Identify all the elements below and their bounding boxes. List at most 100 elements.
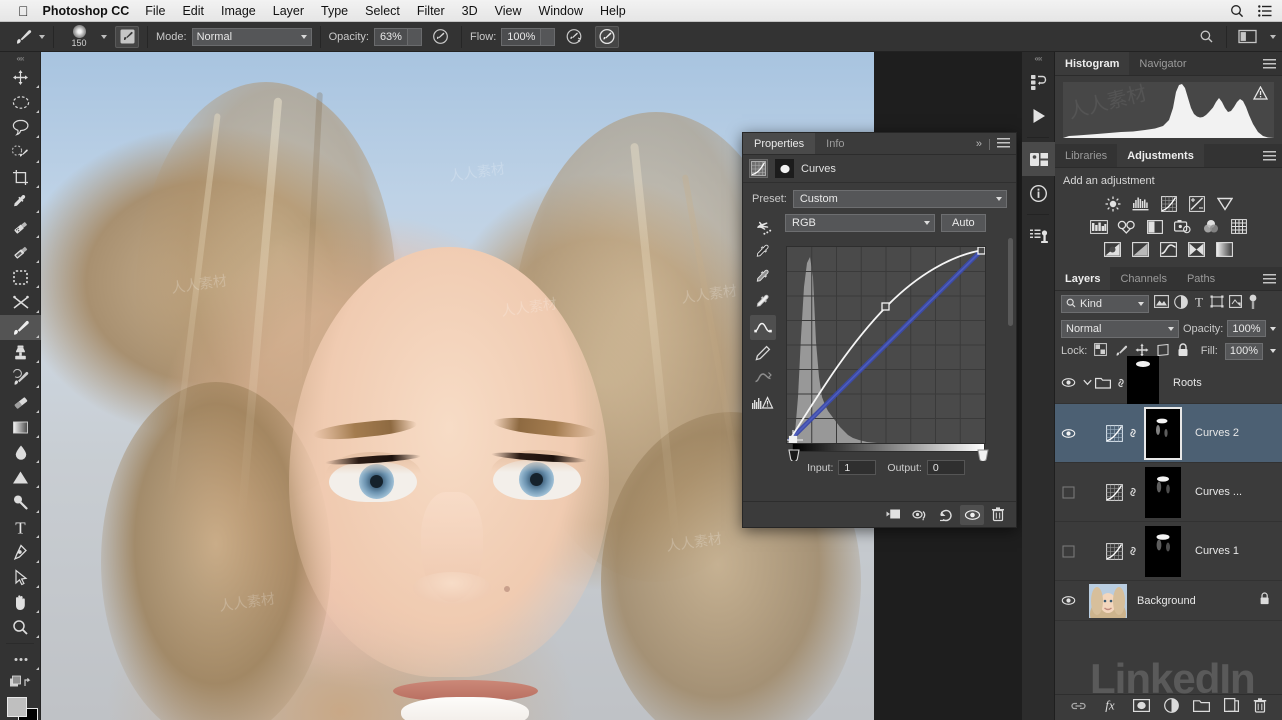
trash-icon[interactable] [986, 505, 1010, 525]
tab-info[interactable]: Info [815, 133, 855, 154]
curves-adjustment-icon[interactable] [1103, 424, 1125, 442]
menu-item-image[interactable]: Image [221, 4, 256, 18]
curves-icon[interactable] [1158, 194, 1179, 213]
tool-crop[interactable] [0, 165, 41, 190]
brush-size-preview[interactable]: 150 [62, 24, 96, 50]
table-row[interactable]: Roots [1055, 355, 1282, 404]
vibrance-icon[interactable] [1214, 194, 1235, 213]
flow-field[interactable]: 100% [501, 27, 542, 46]
menu-item-help[interactable]: Help [600, 4, 626, 18]
opacity-field[interactable]: 63% [373, 27, 408, 46]
tab-properties[interactable]: Properties [743, 133, 816, 154]
tool-edit-toolbar[interactable] [0, 647, 41, 672]
apple-icon[interactable]:  [18, 4, 29, 18]
chevron-double-right-icon[interactable]: » [976, 138, 982, 150]
tab-layers[interactable]: Layers [1055, 267, 1111, 290]
lock-icon[interactable] [1259, 591, 1270, 610]
link-icon[interactable] [1125, 485, 1141, 499]
pressure-size-icon[interactable] [595, 25, 620, 48]
delete-layer-button[interactable] [1253, 697, 1267, 718]
curves-graph[interactable] [786, 246, 986, 444]
pencil-icon[interactable] [750, 340, 776, 365]
channel-mixer-icon[interactable] [1200, 217, 1221, 236]
chevron-down-icon[interactable] [1081, 379, 1093, 386]
eye-icon[interactable] [960, 504, 984, 525]
tool-history-brush[interactable] [0, 365, 41, 390]
actions-play-icon[interactable] [1022, 99, 1055, 133]
new-layer-button[interactable] [1224, 698, 1239, 717]
curves-adjustment-icon[interactable] [1103, 483, 1125, 501]
filter-kind-select[interactable]: Kind [1061, 295, 1149, 313]
new-group-button[interactable] [1193, 699, 1210, 717]
new-adjustment-layer-button[interactable] [1164, 697, 1179, 718]
input-field[interactable]: 1 [838, 460, 877, 475]
levels-icon[interactable] [1130, 194, 1151, 213]
smooth-curve-icon[interactable] [750, 365, 776, 390]
opacity-stepper[interactable] [407, 27, 422, 46]
auto-button[interactable]: Auto [941, 214, 986, 232]
history-panel-icon[interactable] [1022, 65, 1055, 99]
panel-menu-icon[interactable] [1263, 144, 1276, 168]
filter-pixel-icon[interactable] [1154, 295, 1169, 313]
tool-zoom[interactable] [0, 615, 41, 640]
previous-state-icon[interactable] [908, 505, 932, 525]
lock-transparency-icon[interactable] [1094, 343, 1108, 359]
white-point-slider[interactable] [975, 448, 991, 462]
eye-off-icon[interactable] [1055, 545, 1081, 558]
properties-panel-icon[interactable] [1022, 142, 1055, 176]
reset-icon[interactable] [934, 505, 958, 525]
tool-dodge-triangle[interactable] [0, 465, 41, 490]
tool-scissors[interactable] [0, 290, 41, 315]
preset-select[interactable]: Custom [792, 190, 1007, 208]
menu-item-window[interactable]: Window [539, 4, 583, 18]
color-lookup-icon[interactable] [1228, 217, 1249, 236]
airbrush-icon[interactable] [562, 26, 586, 48]
menu-item-edit[interactable]: Edit [182, 4, 204, 18]
tool-type[interactable]: T [0, 515, 41, 540]
brush-panel-icon[interactable] [115, 25, 139, 48]
app-name-label[interactable]: Photoshop CC [43, 4, 130, 18]
threshold-icon[interactable] [1158, 240, 1179, 259]
eye-icon[interactable] [1055, 595, 1081, 606]
tool-hand[interactable] [0, 590, 41, 615]
eyedropper-black-icon[interactable] [750, 240, 776, 265]
layer-style-button[interactable]: fx [1101, 698, 1119, 717]
foreground-color-swatch[interactable] [7, 697, 27, 717]
eye-off-icon[interactable] [1055, 486, 1081, 499]
layer-opacity-field[interactable]: 100% [1227, 320, 1266, 337]
notification-center-icon[interactable] [1258, 5, 1272, 17]
exposure-icon[interactable] [1186, 194, 1207, 213]
tool-eyedropper[interactable] [0, 190, 41, 215]
menu-item-view[interactable]: View [495, 4, 522, 18]
eye-icon[interactable] [1055, 377, 1081, 388]
collapse-panel-icon[interactable]: «« [0, 52, 40, 65]
add-layer-mask-button[interactable] [1133, 698, 1151, 717]
black-and-white-icon[interactable] [1144, 217, 1165, 236]
flow-stepper[interactable] [541, 27, 556, 46]
invert-icon[interactable] [1102, 240, 1123, 259]
on-image-adjust-icon[interactable] [750, 215, 776, 240]
tool-gradient[interactable] [0, 415, 41, 440]
eye-icon[interactable] [1055, 428, 1081, 439]
color-swatches[interactable] [0, 694, 41, 720]
tool-quick-selection[interactable] [0, 140, 41, 165]
tool-dodge[interactable] [0, 490, 41, 515]
layer-thumbnail[interactable] [1127, 355, 1159, 404]
menu-item-file[interactable]: File [145, 4, 165, 18]
tab-channels[interactable]: Channels [1110, 267, 1176, 290]
filter-shape-icon[interactable] [1210, 295, 1224, 313]
fill-stepper[interactable] [1270, 349, 1276, 353]
tool-brush[interactable] [0, 315, 41, 340]
layer-mask-icon[interactable] [775, 159, 794, 178]
link-icon[interactable] [1125, 544, 1141, 558]
histogram-area[interactable]: 人人素材 [1055, 76, 1282, 144]
curves-adjustment-icon[interactable] [1103, 542, 1125, 560]
panel-menu-icon[interactable] [1263, 267, 1276, 291]
tab-libraries[interactable]: Libraries [1055, 144, 1117, 167]
table-row[interactable]: Curves ... [1055, 463, 1282, 522]
tab-histogram[interactable]: Histogram [1055, 52, 1130, 75]
posterize-icon[interactable] [1130, 240, 1151, 259]
tool-path-selection[interactable] [0, 565, 41, 590]
curves-adjustment-icon[interactable] [749, 159, 768, 178]
channels-panel-icon[interactable] [1022, 219, 1055, 253]
